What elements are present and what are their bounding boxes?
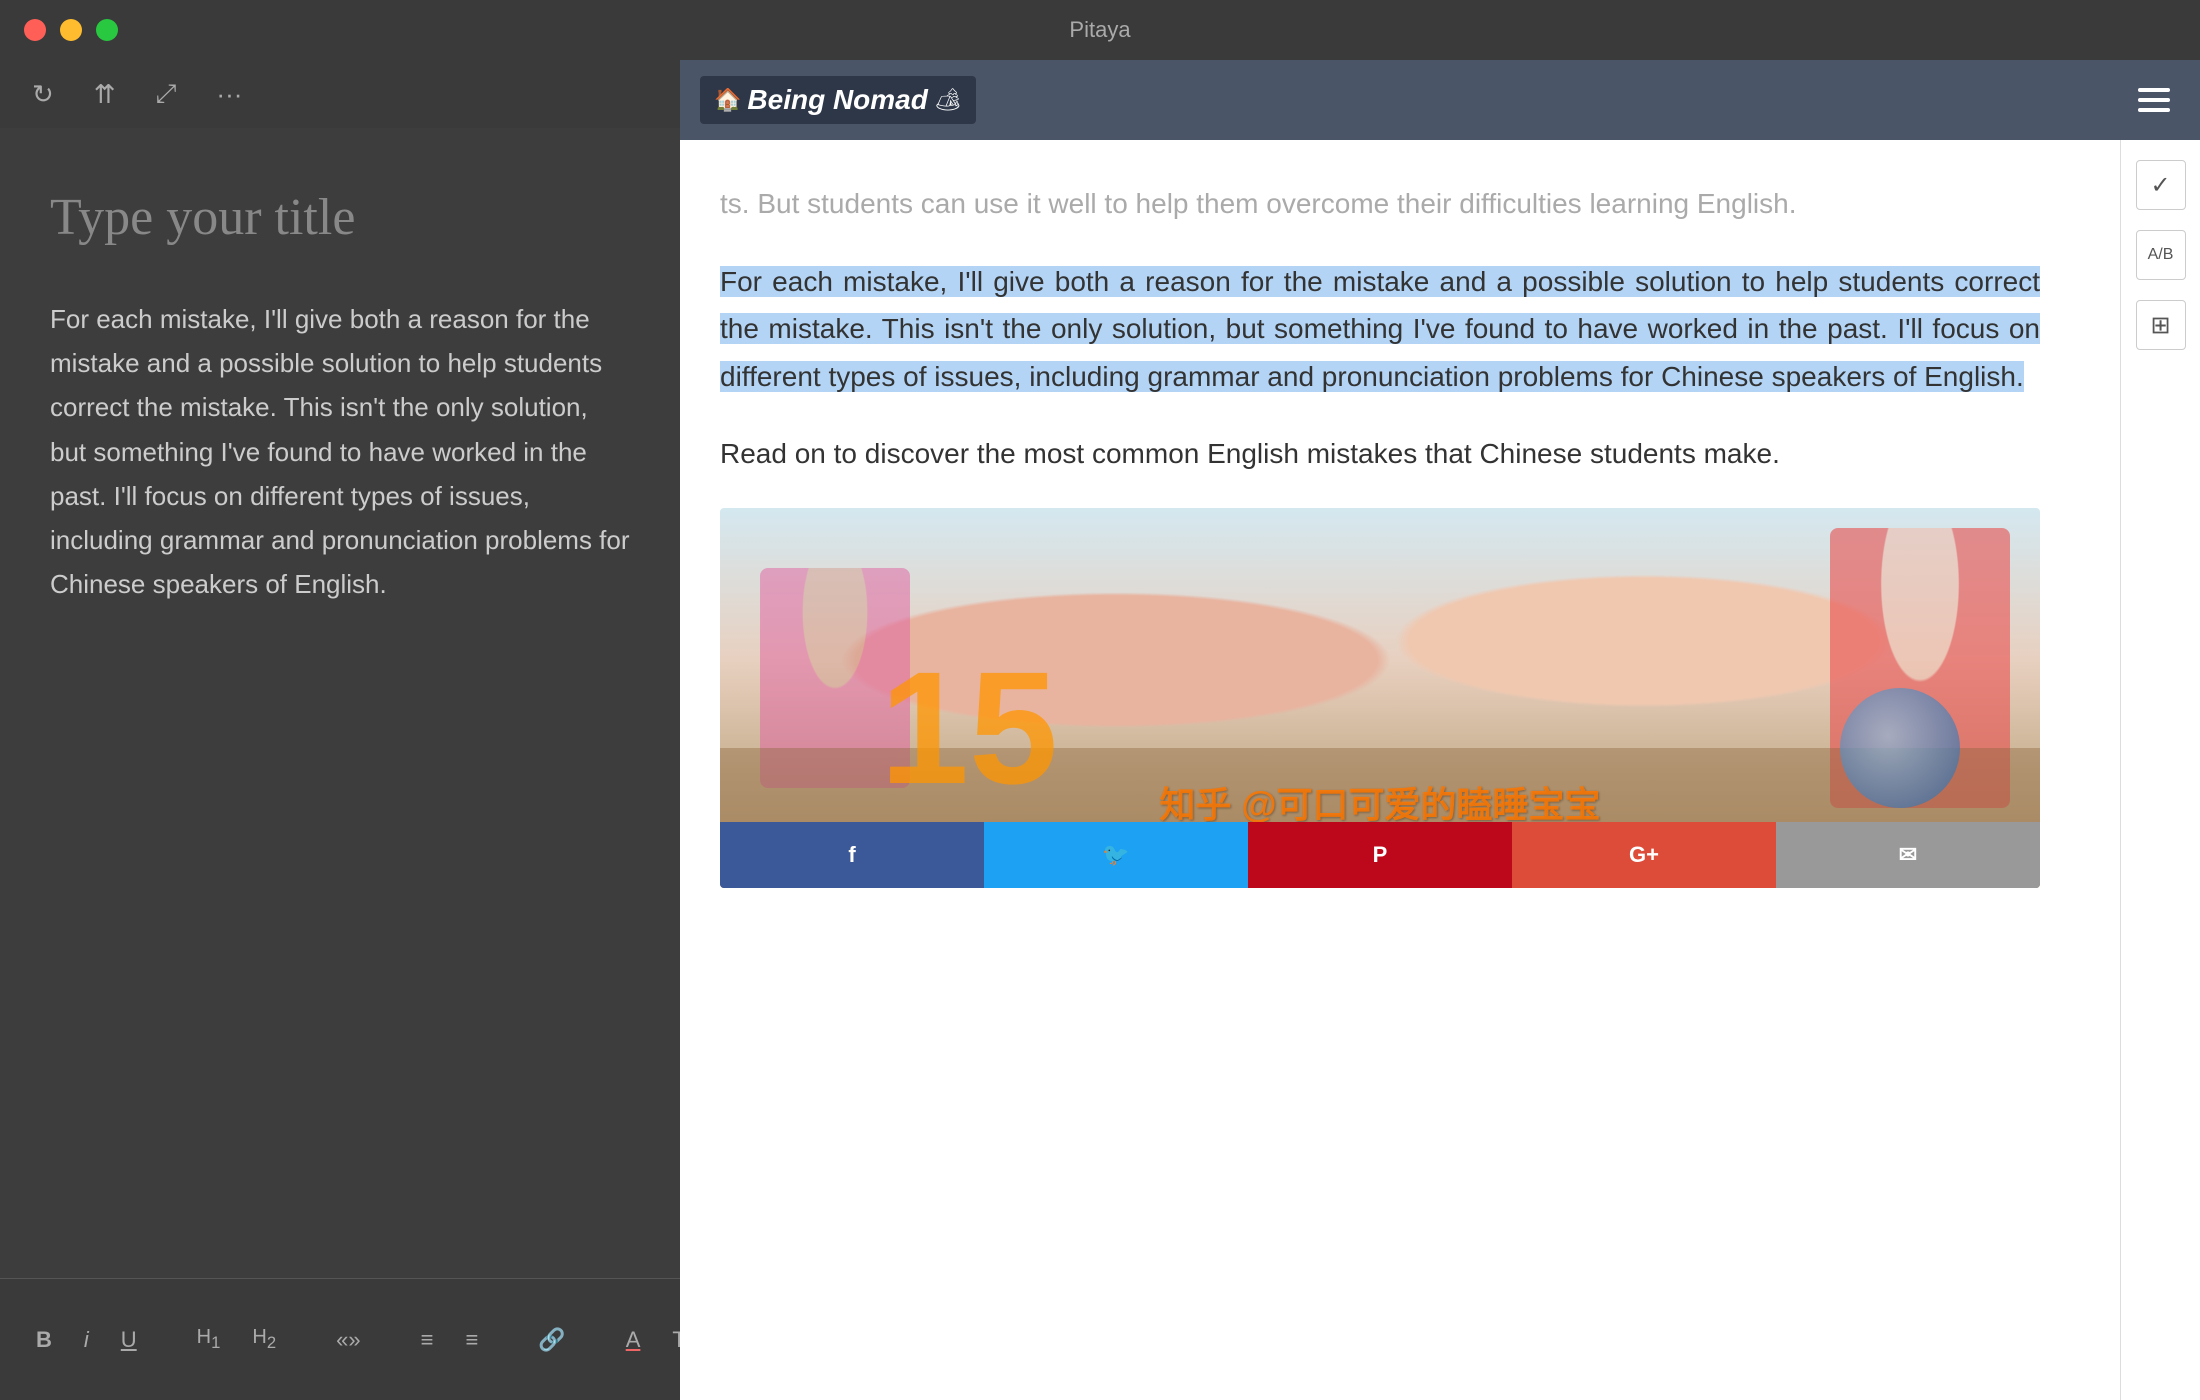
editor-panel: ↻ ⇈ ⤢ ··· Type your title For each mista… xyxy=(0,60,680,1400)
grid-icon: ⊞ xyxy=(2150,311,2170,340)
social-bar-overlay: f 🐦 P G+ ✉ xyxy=(720,822,2040,888)
article-image: 15 知乎 @可口可爱的瞌睡宝宝 f 🐦 xyxy=(720,508,2040,888)
email-icon: ✉ xyxy=(1899,842,1917,868)
underline-button[interactable]: U xyxy=(115,1323,143,1357)
editor-title-placeholder[interactable]: Type your title xyxy=(50,188,630,247)
window-title: Pitaya xyxy=(1069,17,1130,43)
sidebar-formula-button[interactable]: A/B xyxy=(2136,230,2186,280)
hamburger-button[interactable] xyxy=(2128,78,2180,122)
browser-nav: 🏠 Being Nomad 🏕 xyxy=(680,60,2200,140)
article-highlighted-paragraph: For each mistake, I'll give both a reaso… xyxy=(720,258,2040,401)
maximize-button[interactable] xyxy=(96,19,118,41)
article-content: ts. But students can use it well to help… xyxy=(680,140,2120,1400)
main-area: ↻ ⇈ ⤢ ··· Type your title For each mista… xyxy=(0,60,2200,1400)
facebook-icon: f xyxy=(848,842,855,868)
facebook-share-button[interactable]: f xyxy=(720,822,984,888)
traffic-lights xyxy=(24,19,118,41)
article-read-on: Read on to discover the most common Engl… xyxy=(720,430,2040,478)
social-share-bar: f 🐦 P G+ ✉ xyxy=(720,822,2040,888)
twitter-share-button[interactable]: 🐦 xyxy=(984,822,1248,888)
browser-body: ts. But students can use it well to help… xyxy=(680,140,2200,1400)
watermark-text: 知乎 @可口可爱的瞌睡宝宝 xyxy=(1159,776,1600,828)
text-color-button[interactable]: A xyxy=(620,1323,647,1357)
gplus-share-button[interactable]: G+ xyxy=(1512,822,1776,888)
editor-body-text[interactable]: For each mistake, I'll give both a reaso… xyxy=(50,297,630,606)
article-intro: ts. But students can use it well to help… xyxy=(720,180,2040,228)
list-ol-button[interactable]: ≡ xyxy=(459,1323,484,1357)
photo-globe xyxy=(1840,688,1960,808)
share-icon[interactable]: ⇈ xyxy=(94,79,116,110)
more-icon[interactable]: ··· xyxy=(216,79,242,110)
close-button[interactable] xyxy=(24,19,46,41)
hamburger-line-3 xyxy=(2138,108,2170,112)
expand-icon[interactable]: ⤢ xyxy=(156,78,177,110)
intro-text-partial: ts. But students can use it well to help… xyxy=(720,188,1796,219)
twitter-icon: 🐦 xyxy=(1102,842,1129,868)
refresh-icon[interactable]: ↻ xyxy=(32,79,54,110)
sidebar-grid-button[interactable]: ⊞ xyxy=(2136,300,2186,350)
logo-icon-right: 🏕 xyxy=(934,87,962,113)
logo-icon-left: 🏠 xyxy=(714,87,741,113)
number-overlay: 15 xyxy=(880,648,1058,808)
hamburger-line-1 xyxy=(2138,88,2170,92)
browser-panel: 🏠 Being Nomad 🏕 ts. But students can use… xyxy=(680,60,2200,1400)
check-icon: ✓ xyxy=(2150,171,2170,200)
h1-button[interactable]: H1 xyxy=(191,1322,227,1357)
right-sidebar: ✓ A/B ⊞ xyxy=(2120,140,2200,1400)
h2-button[interactable]: H2 xyxy=(246,1322,282,1357)
editor-toolbar: ↻ ⇈ ⤢ ··· xyxy=(0,60,680,128)
gplus-icon: G+ xyxy=(1629,842,1659,868)
title-bar: Pitaya xyxy=(0,0,2200,60)
italic-button[interactable]: i xyxy=(78,1323,95,1357)
formula-icon: A/B xyxy=(2148,246,2174,264)
minimize-button[interactable] xyxy=(60,19,82,41)
hamburger-line-2 xyxy=(2138,98,2170,102)
formatting-bar: B i U H1 H2 «» ≡ ≡ 🔗 A T T ⬜ ⊙ 57 单词 ▾ xyxy=(0,1278,680,1400)
sidebar-check-button[interactable]: ✓ xyxy=(2136,160,2186,210)
quote-button[interactable]: «» xyxy=(330,1323,366,1357)
logo-text: Being Nomad xyxy=(747,84,927,116)
pinterest-share-button[interactable]: P xyxy=(1248,822,1512,888)
list-ul-button[interactable]: ≡ xyxy=(415,1323,440,1357)
link-button[interactable]: 🔗 xyxy=(532,1323,571,1357)
browser-logo: 🏠 Being Nomad 🏕 xyxy=(700,76,976,124)
email-share-button[interactable]: ✉ xyxy=(1776,822,2040,888)
editor-content[interactable]: Type your title For each mistake, I'll g… xyxy=(0,128,680,1278)
bold-button[interactable]: B xyxy=(30,1323,58,1357)
highlighted-text: For each mistake, I'll give both a reaso… xyxy=(720,266,2040,392)
pinterest-icon: P xyxy=(1373,842,1388,868)
